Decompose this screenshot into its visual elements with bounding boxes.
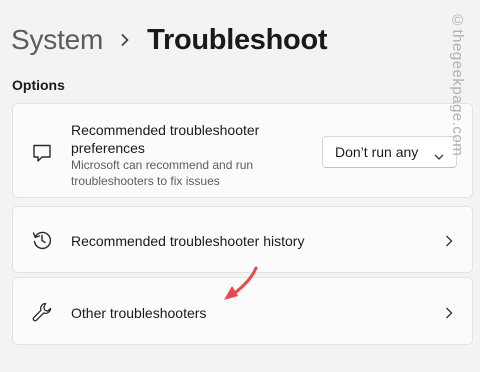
section-heading: Options	[12, 77, 65, 93]
card-title: Other troubleshooters	[71, 305, 207, 321]
card-description: Microsoft can recommend and run troubles…	[71, 158, 254, 188]
card-title: Recommended troubleshooter history	[71, 233, 305, 249]
watermark: ©thegeekpage.com	[449, 12, 466, 157]
card-troubleshooter-preferences: Recommended troubleshooter preferences M…	[12, 103, 473, 198]
breadcrumb-system-link[interactable]: System	[11, 24, 103, 56]
history-icon	[31, 229, 53, 251]
chevron-right-icon	[103, 33, 147, 47]
annotation-arrow-icon	[220, 262, 264, 304]
wrench-icon	[31, 301, 53, 323]
chat-bubble-icon	[31, 142, 53, 164]
chevron-right-icon	[445, 234, 453, 247]
chevron-down-icon	[434, 148, 444, 160]
run-preference-dropdown[interactable]: Don’t run any	[322, 136, 457, 168]
page-title: Troubleshoot	[147, 23, 328, 56]
breadcrumb: System Troubleshoot	[11, 20, 328, 60]
card-title: Recommended troubleshooter preferences	[71, 122, 260, 156]
dropdown-value: Don’t run any	[335, 144, 419, 160]
chevron-right-icon	[445, 306, 453, 319]
